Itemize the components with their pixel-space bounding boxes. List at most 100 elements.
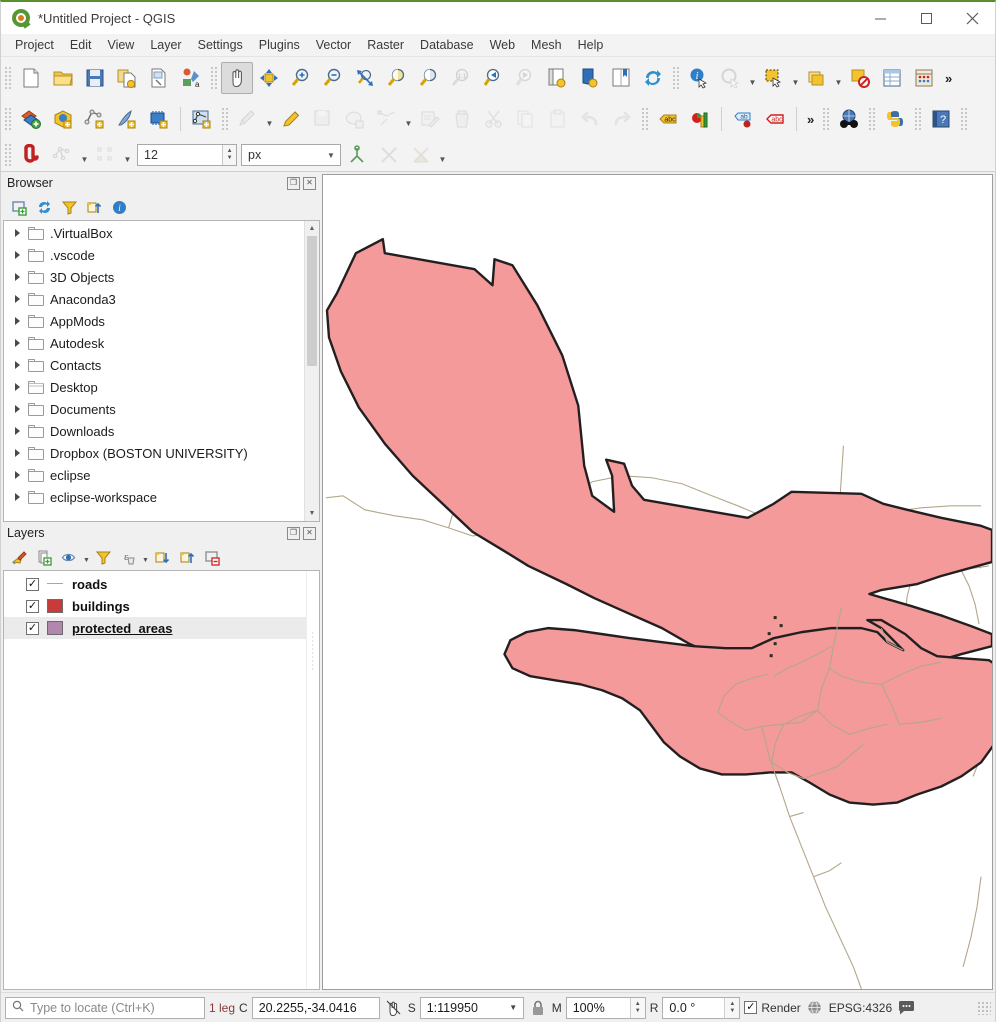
maximize-button[interactable] [903, 2, 949, 34]
run-feature-action-icon[interactable] [715, 62, 747, 94]
browser-item-anaconda3[interactable]: Anaconda3 [4, 288, 304, 310]
snapping-mode-icon[interactable] [47, 139, 79, 171]
collapse-all-icon[interactable] [82, 196, 107, 218]
rotation-spinner[interactable]: ▲▼ [724, 998, 739, 1018]
label-toolbar-overflow-button[interactable]: » [802, 112, 819, 127]
new-shapefile-layer-icon[interactable] [186, 103, 218, 135]
toolbar-grip-plugins[interactable] [822, 107, 830, 131]
expand-arrow-icon[interactable] [10, 222, 24, 244]
browser-item-contacts[interactable]: Contacts [4, 354, 304, 376]
browser-scrollbar[interactable]: ▲ ▼ [304, 221, 319, 521]
browser-item-appmods[interactable]: AppMods [4, 310, 304, 332]
help-contents-icon[interactable]: ? [925, 103, 957, 135]
pan-to-selection-icon[interactable] [253, 62, 285, 94]
expand-arrow-icon[interactable] [10, 486, 24, 508]
expand-arrow-icon[interactable] [10, 442, 24, 464]
add-delimited-text-layer-icon[interactable] [111, 103, 143, 135]
browser-item-dropbox[interactable]: Dropbox (BOSTON UNIVERSITY) [4, 442, 304, 464]
topological-editing-icon[interactable] [341, 139, 373, 171]
layers-float-button[interactable]: ❐ [287, 527, 300, 540]
menu-help[interactable]: Help [570, 36, 612, 54]
scroll-track[interactable] [305, 236, 319, 506]
scroll-thumb[interactable] [307, 236, 317, 366]
refresh-icon[interactable] [637, 62, 669, 94]
new-3d-map-view-icon[interactable] [573, 62, 605, 94]
current-edits-dropdown-arrow-icon[interactable]: ▼ [264, 103, 275, 135]
layer-diagram-icon[interactable] [684, 103, 716, 135]
select-value-icon[interactable] [801, 62, 833, 94]
snapping-type-icon[interactable] [90, 139, 122, 171]
toolbar-grip-snapping[interactable] [4, 143, 12, 167]
add-mesh-layer-icon[interactable] [79, 103, 111, 135]
refresh-browser-icon[interactable] [32, 196, 57, 218]
zoom-next-icon[interactable] [509, 62, 541, 94]
layers-tree[interactable]: ✓ roads ✓ buildings ✓ protected_a [3, 570, 320, 990]
style-manager-icon[interactable]: a [175, 62, 207, 94]
browser-close-button[interactable]: ✕ [303, 177, 316, 190]
lock-scale-icon[interactable] [528, 1000, 548, 1016]
expand-arrow-icon[interactable] [10, 464, 24, 486]
rotation-field[interactable]: 0.0 ° ▲▼ [662, 997, 740, 1019]
select-value-dropdown-arrow-icon[interactable]: ▼ [833, 62, 844, 94]
render-checkbox[interactable]: ✓ [744, 1001, 757, 1014]
snapping-type-dropdown-arrow-icon[interactable]: ▼ [122, 139, 133, 171]
vertex-tool-icon[interactable] [371, 103, 403, 135]
expand-arrow-icon[interactable] [10, 376, 24, 398]
field-calculator-icon[interactable] [908, 62, 940, 94]
add-raster-layer-icon[interactable] [47, 103, 79, 135]
expand-arrow-icon[interactable] [10, 354, 24, 376]
zoom-layer-icon[interactable] [413, 62, 445, 94]
map-canvas[interactable] [322, 174, 993, 990]
expand-arrow-icon[interactable] [10, 266, 24, 288]
redo-icon[interactable] [606, 103, 638, 135]
enable-snapping-icon[interactable] [15, 139, 47, 171]
coordinate-field[interactable]: 20.2255,-34.0416 [252, 997, 380, 1019]
enable-properties-icon[interactable]: i [107, 196, 132, 218]
magnifier-spinner[interactable]: ▲▼ [630, 998, 645, 1018]
browser-item-3d-objects[interactable]: 3D Objects [4, 266, 304, 288]
browser-tree[interactable]: .VirtualBox .vscode 3D Objects [3, 220, 320, 522]
toolbar-grip-attr[interactable] [672, 66, 680, 90]
new-project-icon[interactable] [15, 62, 47, 94]
change-label-icon[interactable]: abc [759, 103, 791, 135]
minimize-button[interactable] [857, 2, 903, 34]
zoom-selection-icon[interactable] [381, 62, 413, 94]
manage-layer-visibility-dropdown-arrow-icon[interactable]: ▼ [82, 546, 91, 568]
manage-layer-visibility-icon[interactable] [57, 546, 82, 568]
crs-icon[interactable] [805, 1000, 825, 1015]
menu-edit[interactable]: Edit [62, 36, 100, 54]
open-layer-styling-icon[interactable] [7, 546, 32, 568]
metasearch-icon[interactable] [833, 103, 865, 135]
close-button[interactable] [949, 2, 995, 34]
layer-row-buildings[interactable]: ✓ buildings [4, 595, 306, 617]
menu-view[interactable]: View [99, 36, 142, 54]
snapping-mode-dropdown-arrow-icon[interactable]: ▼ [79, 139, 90, 171]
filter-legend-icon[interactable] [91, 546, 116, 568]
zoom-full-icon[interactable] [349, 62, 381, 94]
browser-item-downloads[interactable]: Downloads [4, 420, 304, 442]
menu-mesh[interactable]: Mesh [523, 36, 570, 54]
modify-attributes-icon[interactable] [414, 103, 446, 135]
crs-value[interactable]: EPSG:4326 [829, 1001, 892, 1015]
layer-row-roads[interactable]: ✓ roads [4, 573, 306, 595]
resize-grip[interactable] [977, 1001, 991, 1015]
zoom-out-icon[interactable] [317, 62, 349, 94]
layers-scrollbar[interactable] [306, 571, 319, 989]
zoom-last-icon[interactable] [477, 62, 509, 94]
pan-map-icon[interactable] [221, 62, 253, 94]
self-snapping-dropdown-arrow-icon[interactable]: ▼ [437, 139, 448, 171]
add-vector-layer-icon[interactable] [15, 103, 47, 135]
menu-vector[interactable]: Vector [308, 36, 359, 54]
layer-visibility-checkbox[interactable]: ✓ [26, 578, 39, 591]
browser-item-virtualbox[interactable]: .VirtualBox [4, 222, 304, 244]
avoid-overlap-icon[interactable] [373, 139, 405, 171]
paste-features-icon[interactable] [542, 103, 574, 135]
layer-row-protected-areas[interactable]: ✓ protected_areas [4, 617, 306, 639]
remove-layer-icon[interactable] [200, 546, 225, 568]
toolbar-grip-help[interactable] [914, 107, 922, 131]
messages-icon[interactable] [896, 1000, 916, 1015]
browser-item-eclipse[interactable]: eclipse [4, 464, 304, 486]
save-project-icon[interactable] [79, 62, 111, 94]
scale-field[interactable]: 1:119950 ▼ [420, 997, 524, 1019]
expand-arrow-icon[interactable] [10, 398, 24, 420]
